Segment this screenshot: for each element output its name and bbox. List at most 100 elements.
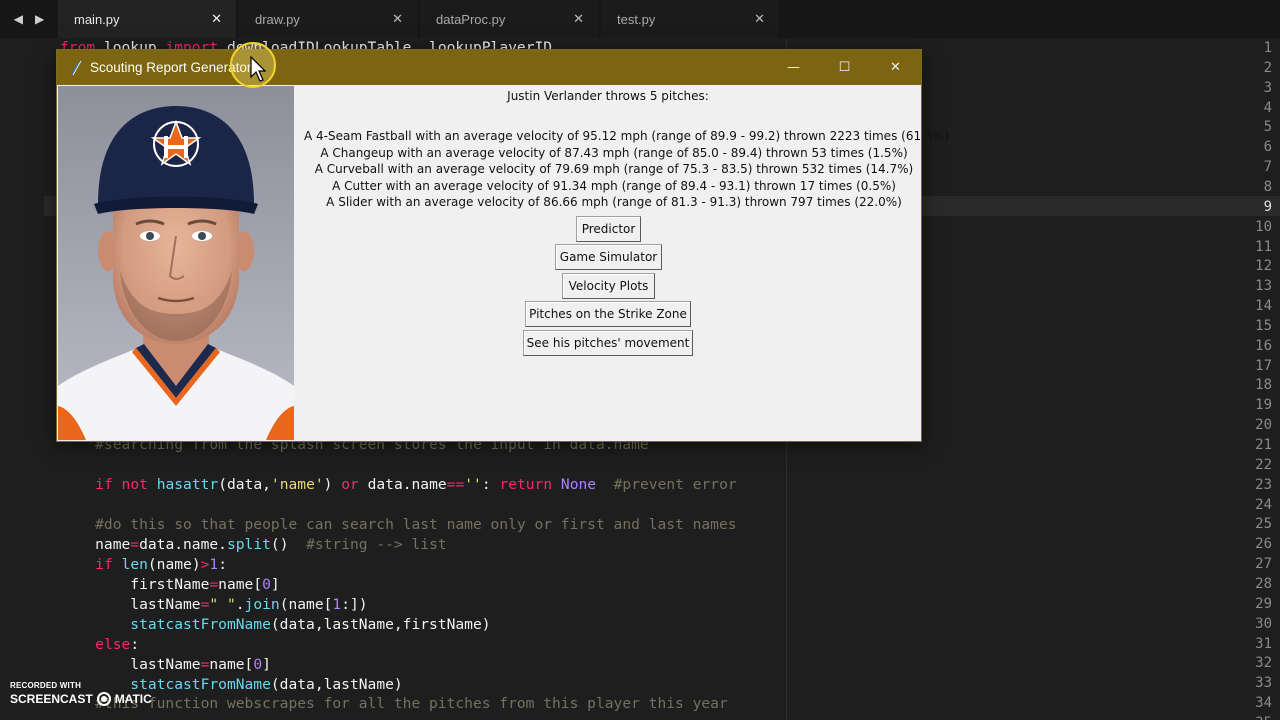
code-line-26: name=data.name.split() #string --> list bbox=[60, 535, 447, 555]
pitch-line-4-seam-fastball: A 4-Seam Fastball with an average veloci… bbox=[304, 129, 949, 143]
window-controls: — ☐ ✕ bbox=[768, 50, 921, 85]
code-token: () bbox=[270, 536, 307, 553]
minimize-button[interactable]: — bbox=[768, 50, 819, 85]
code-token: name[ bbox=[218, 576, 263, 593]
scouting-report-window: Scouting Report Generator — ☐ ✕ Justin V… bbox=[56, 49, 949, 442]
pitch-line-cutter: A Cutter with an average velocity of 91.… bbox=[332, 178, 896, 193]
code-token: : bbox=[130, 636, 140, 653]
code-token: hasattr bbox=[156, 476, 219, 493]
line-number: 35 bbox=[1232, 713, 1272, 720]
code-token: return bbox=[499, 476, 553, 493]
code-token: 1 bbox=[209, 556, 219, 573]
code-token: if bbox=[95, 556, 113, 573]
maximize-button[interactable]: ☐ bbox=[819, 50, 870, 85]
window-titlebar[interactable]: Scouting Report Generator — ☐ ✕ bbox=[57, 50, 921, 85]
line-number: 11 bbox=[1255, 238, 1272, 255]
pitch-line-slider: A Slider with an average velocity of 86.… bbox=[326, 195, 902, 210]
line-number: 25 bbox=[1255, 516, 1272, 533]
code-token: name bbox=[60, 536, 131, 553]
code-token: split bbox=[226, 536, 271, 553]
line-number: 13 bbox=[1255, 278, 1272, 295]
code-token: (data, bbox=[218, 476, 271, 493]
code-token: = bbox=[130, 536, 140, 553]
code-token: . bbox=[235, 596, 245, 613]
velocity-plots-button[interactable]: Velocity Plots bbox=[562, 273, 655, 299]
watermark-brand-right: MATIC bbox=[114, 692, 152, 706]
code-token: (data,lastName) bbox=[270, 676, 403, 693]
code-line-28: firstName=name[0] bbox=[60, 575, 280, 595]
code-token: (name[ bbox=[279, 596, 333, 613]
code-token: len bbox=[121, 556, 148, 573]
predictor-button[interactable]: Predictor bbox=[576, 216, 641, 242]
line-number: 16 bbox=[1255, 337, 1272, 354]
line-number: 7 bbox=[1263, 159, 1272, 176]
code-token: ] bbox=[270, 576, 280, 593]
code-token: None bbox=[560, 476, 597, 493]
code-token: else bbox=[95, 636, 131, 653]
line-number-gutter bbox=[0, 38, 44, 720]
code-token: lastName bbox=[60, 656, 201, 673]
code-token: '' bbox=[464, 476, 482, 493]
code-token: : bbox=[481, 476, 500, 493]
code-line-34: #this function webscrapes for all the pi… bbox=[60, 695, 728, 712]
line-number: 20 bbox=[1255, 417, 1272, 434]
code-token: name[ bbox=[209, 656, 254, 673]
line-number: 28 bbox=[1255, 575, 1272, 592]
game-simulator-button[interactable]: Game Simulator bbox=[555, 244, 662, 270]
line-number: 21 bbox=[1255, 437, 1272, 453]
line-number: 24 bbox=[1255, 496, 1272, 513]
line-number: 15 bbox=[1255, 317, 1272, 334]
player-photo bbox=[58, 86, 294, 440]
line-number: 1 bbox=[1263, 40, 1272, 56]
mouse-cursor-icon bbox=[250, 56, 266, 82]
line-number: 29 bbox=[1255, 595, 1272, 612]
line-number: 6 bbox=[1263, 139, 1272, 156]
line-number: 17 bbox=[1255, 357, 1272, 374]
code-line-32: lastName=name[0] bbox=[60, 655, 271, 675]
tab-forward-arrow-icon[interactable]: ▶ bbox=[35, 12, 44, 26]
window-title: Scouting Report Generator bbox=[90, 60, 252, 75]
code-token: #prevent error bbox=[596, 476, 737, 493]
pitch-movement-button[interactable]: See his pitches' movement bbox=[523, 330, 693, 356]
tab-back-arrow-icon[interactable]: ◀ bbox=[14, 12, 23, 26]
code-token: data.name. bbox=[139, 536, 227, 553]
line-number: 18 bbox=[1255, 377, 1272, 394]
line-number: 30 bbox=[1255, 615, 1272, 632]
strike-zone-button[interactable]: Pitches on the Strike Zone bbox=[525, 301, 691, 327]
line-number: 23 bbox=[1255, 476, 1272, 493]
code-token: join bbox=[244, 596, 280, 613]
tab-nav: ◀ ▶ bbox=[0, 0, 58, 38]
pitch-list: A 4-Seam Fastball with an average veloci… bbox=[304, 128, 949, 211]
code-token: (name) bbox=[147, 556, 201, 573]
watermark-recorded-with: RECORDED WITH bbox=[10, 681, 82, 690]
line-number: 22 bbox=[1255, 456, 1272, 473]
code-line-27: if len(name)>1: bbox=[60, 555, 227, 575]
line-number: 27 bbox=[1255, 556, 1272, 573]
code-token: = bbox=[209, 576, 219, 593]
line-number: 3 bbox=[1263, 79, 1272, 96]
line-number: 32 bbox=[1255, 655, 1272, 672]
pitch-line-changeup: A Changeup with an average velocity of 8… bbox=[320, 145, 908, 160]
line-number: 19 bbox=[1255, 397, 1272, 414]
code-token: data.name bbox=[358, 476, 447, 493]
watermark-brand: SCREENCAST MATIC bbox=[10, 692, 152, 706]
code-token: " " bbox=[209, 596, 236, 613]
line-number: 26 bbox=[1255, 536, 1272, 553]
close-button[interactable]: ✕ bbox=[870, 50, 921, 85]
code-token: 0 bbox=[253, 656, 263, 673]
code-line-25: #do this so that people can search last … bbox=[60, 516, 737, 533]
code-token: 'name' bbox=[270, 476, 324, 493]
code-line-29: lastName=" ".join(name[1:]) bbox=[60, 595, 367, 615]
screencast-watermark: RECORDED WITH SCREENCAST MATIC bbox=[10, 681, 152, 706]
line-number: 5 bbox=[1263, 119, 1272, 136]
code-token: statcastFromName bbox=[130, 616, 271, 633]
record-dot-icon bbox=[96, 692, 111, 706]
line-number: 33 bbox=[1255, 675, 1272, 692]
line-number: 10 bbox=[1255, 218, 1272, 235]
code-line-30: statcastFromName(data,lastName,firstName… bbox=[60, 615, 490, 635]
